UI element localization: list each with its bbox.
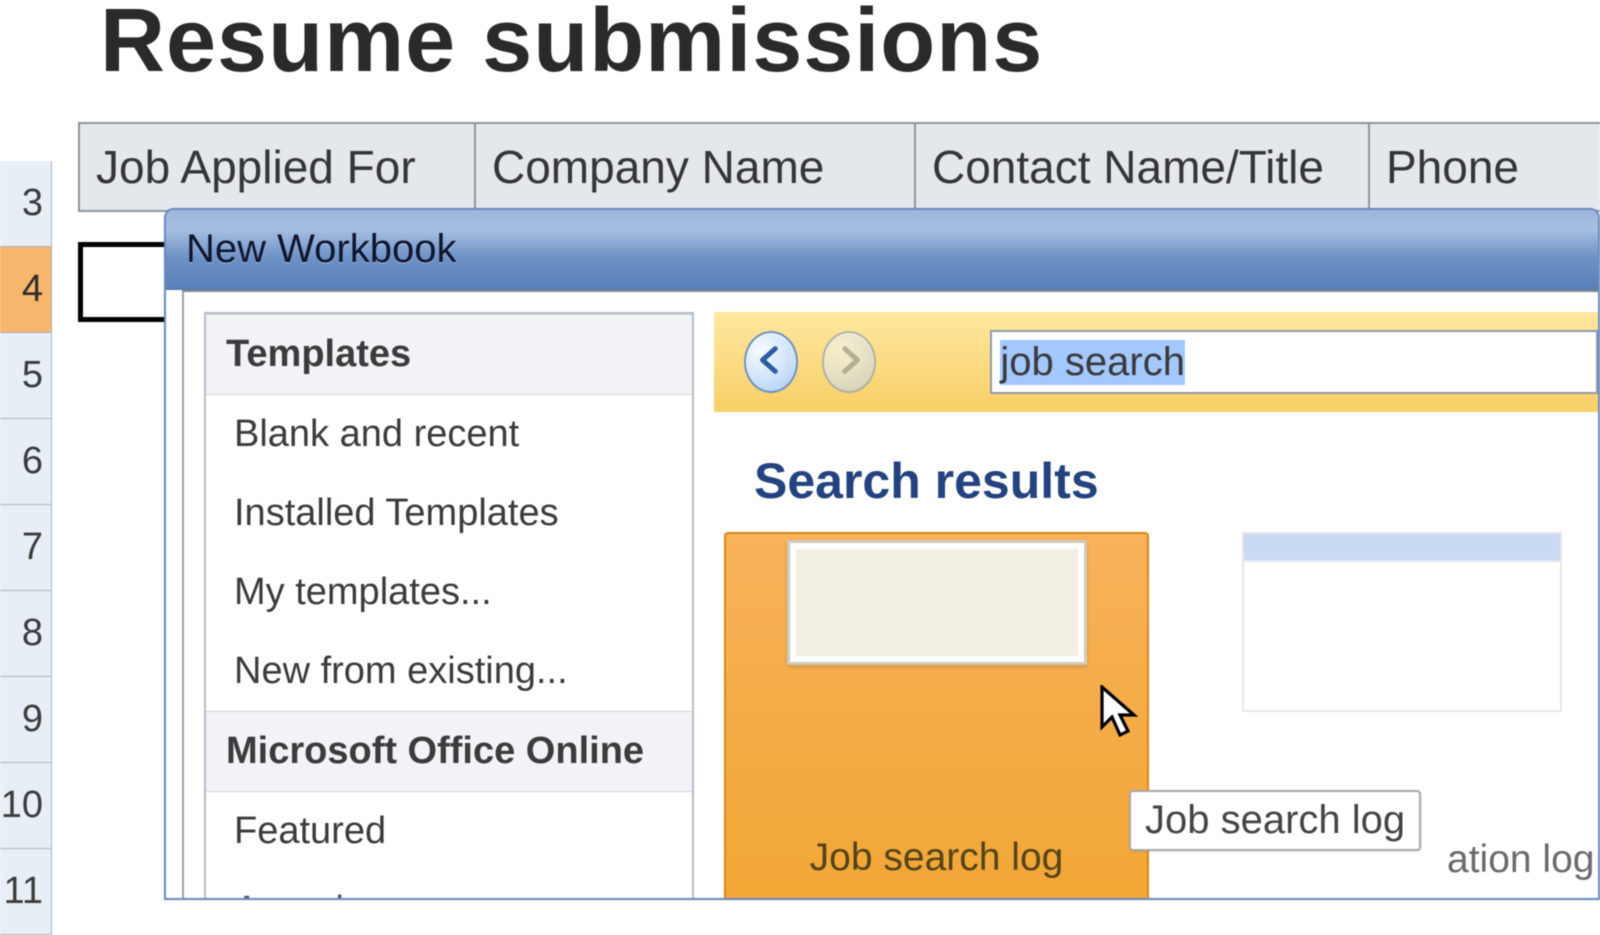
col-header-job-applied: Job Applied For <box>78 122 476 212</box>
row-header[interactable]: 6 <box>0 419 52 505</box>
template-item-existing[interactable]: New from existing... <box>206 632 692 711</box>
col-label: Company Name <box>492 140 824 194</box>
search-results-title: Search results <box>724 432 1598 524</box>
dialog-titlebar[interactable]: New Workbook <box>166 210 1598 290</box>
col-header-contact: Contact Name/Title <box>916 122 1370 212</box>
search-results-area: Search results Job search log ation log … <box>724 432 1598 898</box>
office-online-header: Microsoft Office Online <box>206 711 692 792</box>
templates-header: Templates <box>206 314 692 395</box>
template-item-featured[interactable]: Featured <box>206 792 692 871</box>
arrow-right-icon <box>832 343 866 382</box>
template-caption: ation log <box>1447 838 1594 882</box>
col-label: Contact Name/Title <box>932 140 1324 194</box>
new-workbook-dialog: New Workbook Templates Blank and recent … <box>164 208 1600 900</box>
template-result-job-search-log[interactable]: Job search log <box>724 532 1149 900</box>
col-header-phone: Phone <box>1370 122 1600 212</box>
sheet-title: Resume submissions <box>100 0 1043 93</box>
template-search-input[interactable]: job search <box>990 330 1598 394</box>
template-item-my[interactable]: My templates... <box>206 553 692 632</box>
row-header[interactable]: 3 <box>0 161 52 247</box>
col-header-company-name: Company Name <box>476 122 916 212</box>
template-thumbnail <box>787 540 1087 665</box>
template-search-bar: job search <box>714 312 1598 412</box>
template-caption: Job search log <box>810 836 1064 880</box>
forward-button[interactable] <box>822 331 876 393</box>
back-button[interactable] <box>744 331 798 393</box>
row-header[interactable]: 10 <box>0 763 52 849</box>
row-header[interactable]: 7 <box>0 505 52 591</box>
tooltip: Job search log <box>1129 790 1421 851</box>
col-label: Job Applied For <box>96 140 416 194</box>
col-label: Phone <box>1386 140 1519 194</box>
row-header[interactable]: 8 <box>0 591 52 677</box>
row-header[interactable]: 4 <box>0 247 52 333</box>
row-header[interactable]: 9 <box>0 677 52 763</box>
template-item-agendas[interactable]: Agendas <box>206 871 692 900</box>
template-item-installed[interactable]: Installed Templates <box>206 474 692 553</box>
arrow-left-icon <box>754 343 788 382</box>
dialog-title: New Workbook <box>186 227 456 272</box>
search-input-value: job search <box>1000 340 1185 385</box>
template-item-blank[interactable]: Blank and recent <box>206 395 692 474</box>
template-list: Templates Blank and recent Installed Tem… <box>204 312 694 900</box>
row-header[interactable]: 11 <box>0 849 52 935</box>
row-header[interactable]: 5 <box>0 333 52 419</box>
template-thumbnail <box>1242 532 1562 712</box>
mouse-cursor-icon <box>1100 685 1140 737</box>
